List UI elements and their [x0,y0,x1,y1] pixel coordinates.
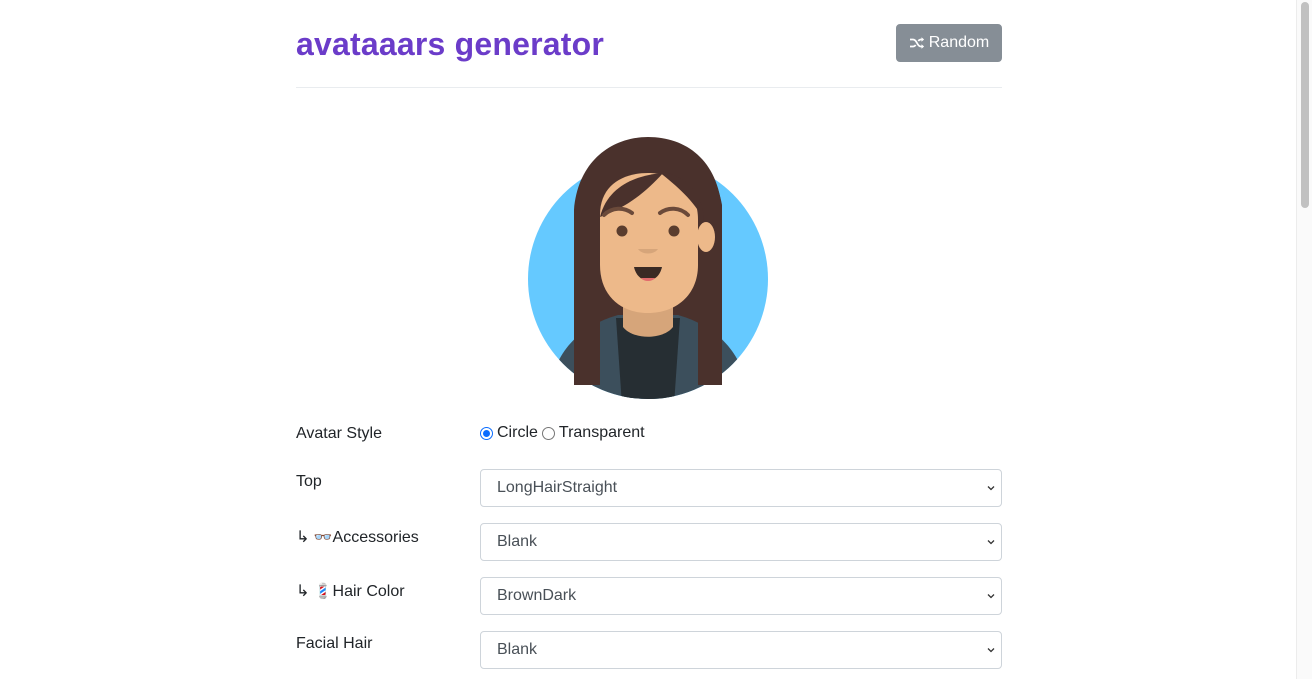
avatar-style-radios: Circle Transparent [480,424,649,442]
hair-color-select[interactable]: BrownDark [480,577,1002,615]
accessories-label: ↳ 👓Accessories [296,527,419,547]
random-button[interactable]: Random [896,24,1002,62]
top-label: Top [296,473,322,490]
chevron-down-icon [987,540,995,545]
transparent-radio[interactable] [541,426,555,440]
accessories-select[interactable]: Blank [480,523,1002,561]
hair-color-label-text: Hair Color [332,583,405,600]
main-container: avataaars generator Random Avatar Style … [296,0,1002,669]
sub-option-arrow-icon: ↳ [296,583,310,600]
facial-hair-select[interactable]: Blank [480,631,1002,669]
accessories-select-value: Blank [497,533,538,550]
barber-pole-icon: 💈 [313,582,333,600]
circle-radio-label[interactable]: Circle [497,424,538,442]
hair-color-label: ↳ 💈Hair Color [296,581,405,601]
circle-radio[interactable] [480,426,493,440]
top-select[interactable]: LongHairStraight [480,469,1002,507]
facial-hair-select-value: Blank [497,641,538,658]
random-button-label: Random [928,34,990,51]
glasses-icon: 👓 [313,528,333,546]
chevron-down-icon [987,594,995,599]
vertical-scrollbar[interactable] [1296,0,1312,679]
page-header: avataaars generator Random [296,0,1002,88]
sub-option-arrow-icon: ↳ [296,529,310,546]
chevron-down-icon [987,486,995,491]
avatar-preview [528,135,770,401]
chevron-down-icon [987,648,995,653]
page-title: avataaars generator [296,26,604,62]
hair-color-select-value: BrownDark [497,587,577,604]
accessories-label-text: Accessories [332,529,419,546]
facial-hair-label: Facial Hair [296,635,373,652]
avatar-image [528,137,768,399]
scrollbar-thumb[interactable] [1301,2,1309,208]
shuffle-icon [909,37,924,49]
transparent-radio-label[interactable]: Transparent [559,424,645,442]
avatar-style-label: Avatar Style [296,425,382,442]
top-select-value: LongHairStraight [497,479,618,496]
